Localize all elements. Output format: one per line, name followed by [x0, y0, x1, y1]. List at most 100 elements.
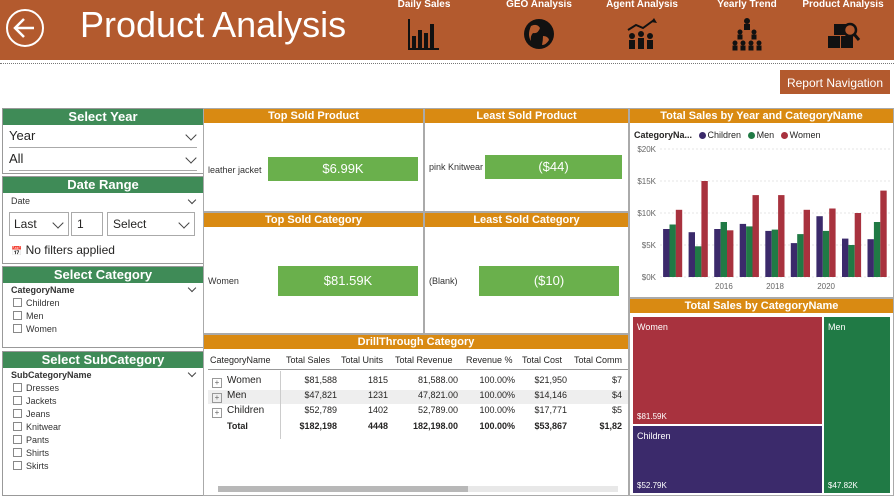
- checkbox[interactable]: [13, 409, 22, 418]
- bar-women-2021[interactable]: [854, 213, 862, 277]
- bar-children-2022[interactable]: [867, 239, 874, 277]
- column-header[interactable]: Total Revenue: [395, 355, 453, 365]
- scrollbar-thumb[interactable]: [218, 486, 468, 492]
- bar-women-2018[interactable]: [778, 195, 785, 277]
- checkbox[interactable]: [13, 298, 22, 307]
- column-header[interactable]: Total Sales: [286, 355, 330, 365]
- year-value-dropdown[interactable]: All: [9, 148, 197, 171]
- subcategory-option[interactable]: Jeans: [3, 408, 203, 421]
- table-row[interactable]: + Children $52,789 1402 52,789.00 100.00…: [208, 405, 628, 419]
- category-option[interactable]: Children: [3, 297, 203, 310]
- nav-daily-sales[interactable]: Daily Sales: [379, 0, 469, 52]
- column-header[interactable]: Total Units: [341, 355, 383, 365]
- card-value: ($10): [479, 266, 619, 296]
- expand-icon[interactable]: +: [212, 408, 222, 418]
- bar-men-2014[interactable]: [669, 224, 676, 278]
- nav-yearly-trend[interactable]: Yearly Trend: [702, 0, 792, 52]
- bar-children-2018[interactable]: [765, 230, 772, 277]
- legend-title: CategoryNa...: [634, 130, 693, 140]
- back-button[interactable]: [6, 9, 44, 47]
- bar-women-2022[interactable]: [880, 190, 887, 277]
- least-sold-category-card: Least Sold Category (Blank) ($10): [424, 212, 629, 334]
- treemap-cell-women[interactable]: Women $81.59K: [632, 316, 823, 425]
- nav-label: Agent Analysis: [606, 0, 678, 10]
- checkbox[interactable]: [13, 435, 22, 444]
- dropdown-value: Last: [14, 217, 37, 231]
- bar-women-2014[interactable]: [675, 209, 683, 277]
- checkbox[interactable]: [13, 461, 22, 470]
- chart-title: Total Sales by Year and CategoryName: [630, 109, 893, 123]
- checkbox[interactable]: [13, 324, 22, 333]
- subcategory-option[interactable]: Skirts: [3, 460, 203, 473]
- bar-women-2020[interactable]: [829, 208, 836, 278]
- cell: 4448: [367, 421, 388, 431]
- legend-item[interactable]: Women: [790, 130, 821, 140]
- sales-by-year-chart: Total Sales by Year and CategoryName Cat…: [629, 108, 894, 298]
- checkbox[interactable]: [13, 448, 22, 457]
- cell: $53,867: [534, 421, 567, 431]
- bar-women-2015[interactable]: [701, 181, 708, 277]
- subcategory-option[interactable]: Jackets: [3, 395, 203, 408]
- nav-geo-analysis[interactable]: GEO Analysis: [494, 0, 584, 52]
- expand-icon[interactable]: +: [212, 393, 222, 403]
- legend-item[interactable]: Children: [708, 130, 742, 140]
- bar-men-2015[interactable]: [695, 246, 702, 277]
- bar-men-2021[interactable]: [848, 245, 855, 277]
- bar-children-2020[interactable]: [816, 216, 823, 277]
- bar-children-2017[interactable]: [739, 223, 747, 277]
- chevron-down-icon: [187, 283, 197, 293]
- table-row[interactable]: + Women $81,588 1815 81,588.00 100.00% $…: [208, 375, 628, 389]
- checkbox[interactable]: [13, 311, 22, 320]
- treemap-cell-men[interactable]: Men $47.82K: [823, 316, 891, 494]
- nav-agent-analysis[interactable]: Agent Analysis: [597, 0, 687, 52]
- bar-men-2017[interactable]: [746, 226, 753, 277]
- table-row[interactable]: + Men $47,821 1231 47,821.00 100.00% $14…: [208, 390, 628, 404]
- report-navigation-button[interactable]: Report Navigation: [780, 70, 890, 94]
- chevron-down-icon[interactable]: [187, 195, 197, 205]
- bar-children-2015[interactable]: [688, 232, 695, 277]
- column-header[interactable]: Total Cost: [522, 355, 562, 365]
- checkbox[interactable]: [13, 422, 22, 431]
- relative-mode-dropdown[interactable]: Last: [9, 212, 69, 236]
- bar-children-2019[interactable]: [790, 243, 798, 277]
- column-header[interactable]: CategoryName: [210, 355, 271, 365]
- bar-men-2016[interactable]: [720, 222, 727, 277]
- bar-men-2022[interactable]: [873, 222, 881, 277]
- bar-children-2021[interactable]: [842, 238, 849, 277]
- subcategory-option[interactable]: Pants: [3, 434, 203, 447]
- subcategory-option[interactable]: Knitwear: [3, 421, 203, 434]
- horizontal-scrollbar[interactable]: [218, 486, 618, 492]
- bar-men-2020[interactable]: [822, 230, 830, 277]
- bar-women-2016[interactable]: [727, 230, 734, 277]
- subcategory-option[interactable]: Shirts: [3, 447, 203, 460]
- bar-children-2016[interactable]: [714, 229, 721, 277]
- bar-women-2017[interactable]: [752, 195, 759, 277]
- category-field-header[interactable]: CategoryName: [3, 283, 203, 297]
- option-label: Shirts: [26, 448, 50, 458]
- checkbox[interactable]: [13, 396, 22, 405]
- bar-children-2014[interactable]: [663, 229, 670, 277]
- column-header[interactable]: Total Comm: [574, 355, 622, 365]
- relative-count-input[interactable]: 1: [71, 212, 103, 236]
- bar-women-2019[interactable]: [803, 209, 810, 277]
- least-sold-product-card: Least Sold Product pink Knitwear ($44): [424, 108, 629, 212]
- sales-by-category-treemap: Total Sales by CategoryName Women $81.59…: [629, 298, 894, 496]
- bar-men-2018[interactable]: [771, 229, 779, 277]
- card-title: Least Sold Product: [425, 109, 628, 123]
- relative-unit-dropdown[interactable]: Select: [107, 212, 195, 236]
- category-option[interactable]: Women: [3, 323, 203, 336]
- nav-product-analysis[interactable]: Product Analysis: [798, 0, 888, 52]
- people-growth-icon: [627, 18, 657, 49]
- cell: $81,588: [304, 375, 337, 385]
- expand-icon[interactable]: +: [212, 378, 222, 388]
- year-field-dropdown[interactable]: Year: [9, 125, 197, 148]
- treemap-cell-children[interactable]: Children $52.79K: [632, 425, 823, 494]
- checkbox[interactable]: [13, 383, 22, 392]
- legend-item[interactable]: Men: [757, 130, 775, 140]
- bar-men-2019[interactable]: [797, 234, 804, 277]
- subcategory-option[interactable]: Dresses: [3, 382, 203, 395]
- nav-label: Yearly Trend: [717, 0, 777, 10]
- column-header[interactable]: Revenue %: [466, 355, 513, 365]
- category-option[interactable]: Men: [3, 310, 203, 323]
- subcategory-field-header[interactable]: SubCategoryName: [3, 368, 203, 382]
